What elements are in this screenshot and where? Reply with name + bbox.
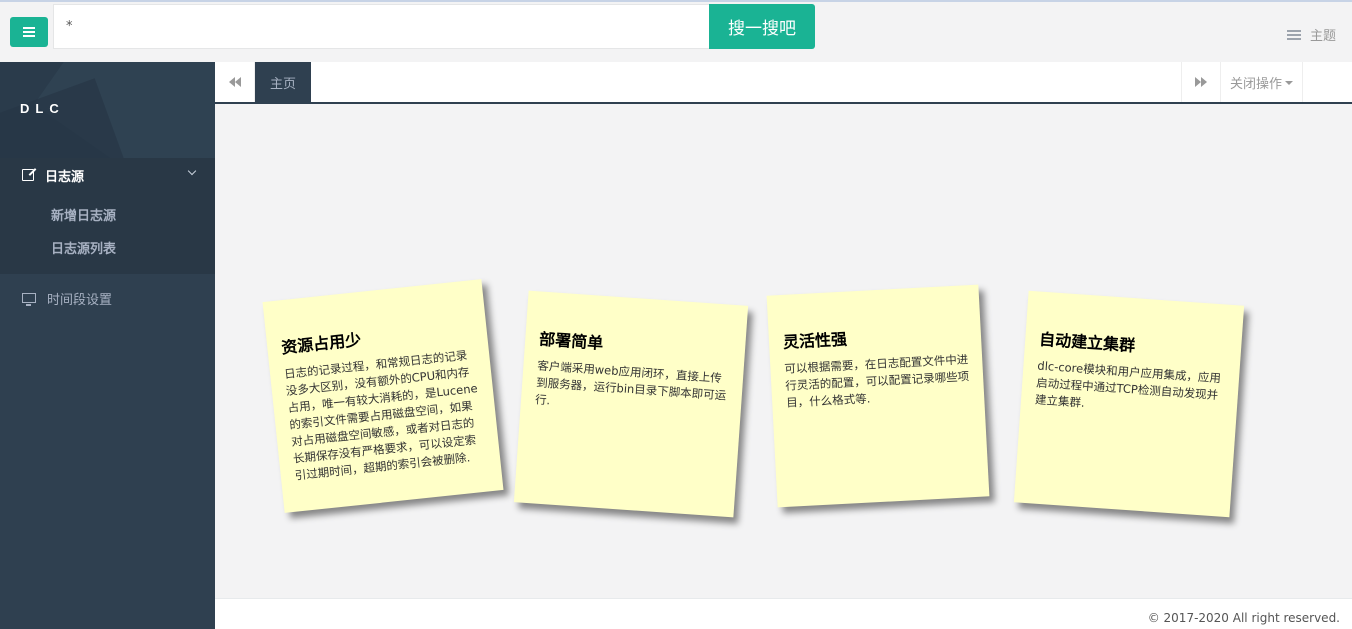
copyright-text: © 2017-2020 All right reserved. (1147, 611, 1340, 625)
note-text: 日志的记录过程，和常规日志的记录没多大区别，没有额外的CPU和内存占用，唯一有较… (283, 348, 479, 483)
sidebar-item-label: 日志源 (45, 169, 85, 185)
feature-note: 部署简单 客户端采用web应用闭环，直接上传到服务器，运行bin目录下脚本即可运… (513, 290, 749, 518)
close-operations-label: 关闭操作 (1229, 76, 1282, 92)
feature-note: 自动建立集群 dlc-core模块和用户应用集成，应用启动过程中通过TCP检测自… (1013, 290, 1245, 518)
sidebar-item-time-settings[interactable]: 时间段设置 (0, 282, 215, 314)
tab-scroll-right-button[interactable] (1181, 62, 1221, 102)
search-button[interactable]: 搜一搜吧 (709, 4, 815, 49)
hamburger-icon (23, 27, 35, 37)
menu-toggle-button[interactable] (10, 17, 48, 47)
note-text: 可以根据需要，在日志配置文件中进行灵活的配置，可以配置记录哪些项目，什么格式等. (784, 352, 970, 410)
theme-label: 主题 (1309, 29, 1336, 44)
chevron-down-icon (187, 166, 197, 176)
note-text: 客户端采用web应用闭环，直接上传到服务器，运行bin目录下脚本即可运行. (534, 358, 727, 408)
note-title: 灵活性强 (782, 329, 848, 352)
note-title: 自动建立集群 (1038, 329, 1136, 356)
footer: © 2017-2020 All right reserved. (215, 598, 1352, 629)
tab-home[interactable]: 主页 (255, 62, 311, 102)
theme-list-icon (1286, 29, 1301, 40)
monitor-icon (22, 293, 36, 306)
theme-link[interactable]: 主题 (1286, 25, 1336, 44)
main-content: 资源占用少 日志的记录过程，和常规日志的记录没多大区别，没有额外的CPU和内存占… (215, 104, 1352, 598)
sidebar-group-log-source: 日志源 新增日志源 日志源列表 (0, 158, 215, 274)
sidebar-subitem-add-log-source[interactable]: 新增日志源 (0, 198, 215, 231)
tabs-bar: 主页 关闭操作 (215, 62, 1352, 104)
feature-note: 资源占用少 日志的记录过程，和常规日志的记录没多大区别，没有额外的CPU和内存占… (262, 279, 504, 513)
edit-icon (22, 169, 34, 181)
top-navbar: 搜一搜吧 主题 (0, 0, 1352, 62)
sidebar-item-log-source[interactable]: 日志源 (0, 158, 215, 192)
sidebar-header: DLC (0, 62, 215, 158)
sidebar: DLC 日志源 新增日志源 日志源列表 时间段设置 (0, 62, 215, 629)
tab-scroll-left-button[interactable] (215, 62, 255, 102)
note-title: 部署简单 (538, 329, 604, 353)
close-operations-dropdown[interactable]: 关闭操作 (1221, 62, 1303, 102)
feature-note: 灵活性强 可以根据需要，在日志配置文件中进行灵活的配置，可以配置记录哪些项目，什… (766, 284, 990, 508)
note-text: dlc-core模块和用户应用集成，应用启动过程中通过TCP检测自动发现并建立集… (1034, 358, 1222, 410)
brand-logo[interactable]: DLC (20, 101, 65, 116)
double-right-arrow-icon (1195, 77, 1207, 87)
sidebar-subitem-log-source-list[interactable]: 日志源列表 (0, 231, 215, 264)
double-left-arrow-icon (228, 77, 241, 87)
sidebar-item-label: 时间段设置 (47, 292, 113, 308)
caret-down-icon (1285, 81, 1293, 85)
search-input[interactable] (53, 4, 709, 49)
